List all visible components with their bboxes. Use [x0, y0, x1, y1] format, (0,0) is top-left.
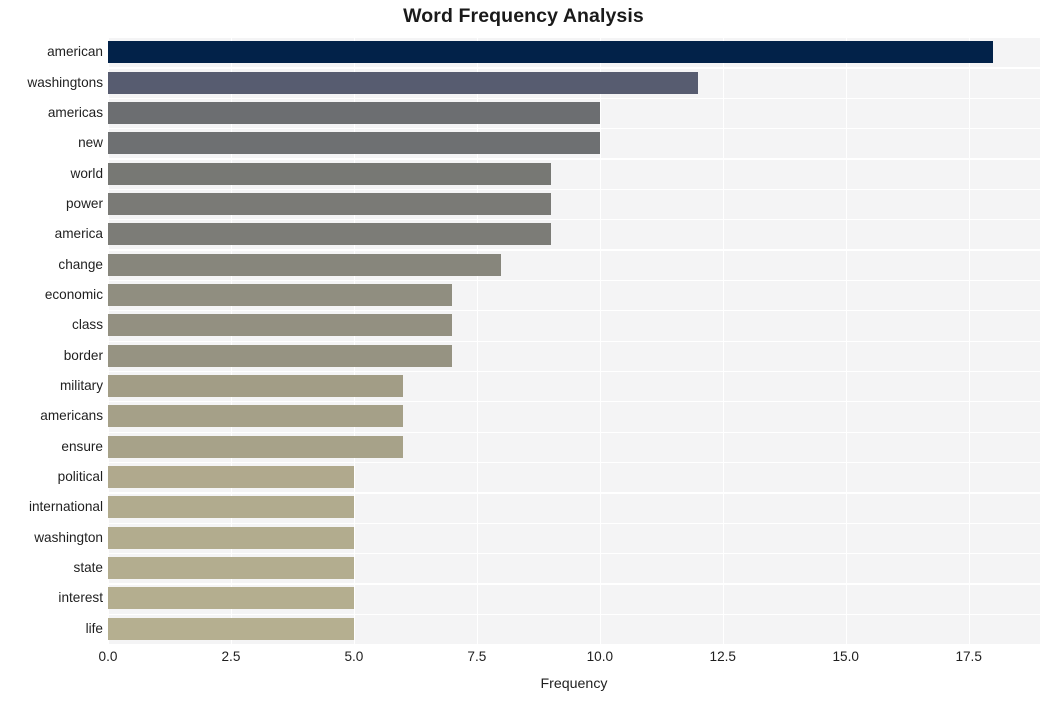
bar[interactable]: [108, 223, 551, 246]
bar[interactable]: [108, 101, 600, 124]
y-axis-tick-label: economic: [44, 286, 103, 302]
bar[interactable]: [108, 162, 551, 185]
bar[interactable]: [108, 435, 404, 458]
x-axis-tick-label: 15.0: [832, 649, 859, 664]
x-axis-tick-label: 7.5: [467, 649, 487, 664]
bar[interactable]: [108, 587, 354, 610]
bar[interactable]: [108, 557, 354, 580]
x-axis-title: Frequency: [540, 676, 608, 692]
bar[interactable]: [108, 496, 354, 519]
plot-area: [108, 37, 1040, 644]
bar[interactable]: [108, 192, 551, 215]
bar[interactable]: [108, 314, 453, 337]
y-axis-tick-label: american: [47, 44, 103, 60]
y-axis-tick-label: ensure: [61, 438, 103, 454]
x-axis-tick-label: 12.5: [709, 649, 736, 664]
y-axis-tick-label: change: [58, 256, 103, 272]
bar[interactable]: [108, 41, 994, 64]
bar[interactable]: [108, 405, 404, 428]
y-axis-tick-label: political: [57, 469, 103, 485]
y-axis-tick-label: power: [65, 195, 103, 211]
word-frequency-chart-figure: Word Frequency Analysis american washingt…: [0, 0, 1047, 701]
y-axis-tick-label: washingtons: [27, 74, 103, 90]
bar[interactable]: [108, 526, 354, 549]
bar[interactable]: [108, 466, 354, 489]
x-axis-tick-label: 0.0: [98, 649, 118, 664]
x-axis-tick-label: 2.5: [221, 649, 241, 664]
y-axis-tick-label: state: [73, 560, 103, 576]
y-axis-tick-label: class: [72, 317, 103, 333]
bar[interactable]: [108, 375, 404, 398]
x-axis-tick-labels: 0.0 2.5 5.0 7.5 10.0 12.5 15.0 17.5: [0, 650, 1047, 672]
x-axis-tick-label: 17.5: [955, 649, 982, 664]
bar[interactable]: [108, 283, 453, 306]
y-axis-tick-labels: american washingtons americas new world power…: [0, 37, 103, 644]
y-axis-tick-label: world: [70, 165, 103, 181]
bar[interactable]: [108, 344, 453, 367]
y-axis-tick-label: new: [78, 135, 103, 151]
y-axis-tick-label: border: [63, 347, 103, 363]
bar[interactable]: [108, 253, 502, 276]
y-axis-tick-label: washington: [34, 529, 103, 545]
y-axis-tick-label: international: [28, 499, 103, 515]
y-axis-tick-label: interest: [58, 590, 103, 606]
bar[interactable]: [108, 132, 600, 155]
bar[interactable]: [108, 617, 354, 640]
x-axis-tick-label: 10.0: [586, 649, 614, 664]
y-axis-tick-label: americans: [40, 408, 103, 424]
chart-title: Word Frequency Analysis: [403, 5, 644, 27]
bars-layer: [108, 37, 1040, 644]
y-axis-tick-label: military: [59, 378, 103, 394]
x-axis-tick-label: 5.0: [344, 649, 364, 664]
y-axis-tick-label: america: [54, 226, 103, 242]
bar[interactable]: [108, 71, 699, 94]
y-axis-tick-label: americas: [47, 104, 103, 120]
y-axis-tick-label: life: [85, 620, 103, 636]
